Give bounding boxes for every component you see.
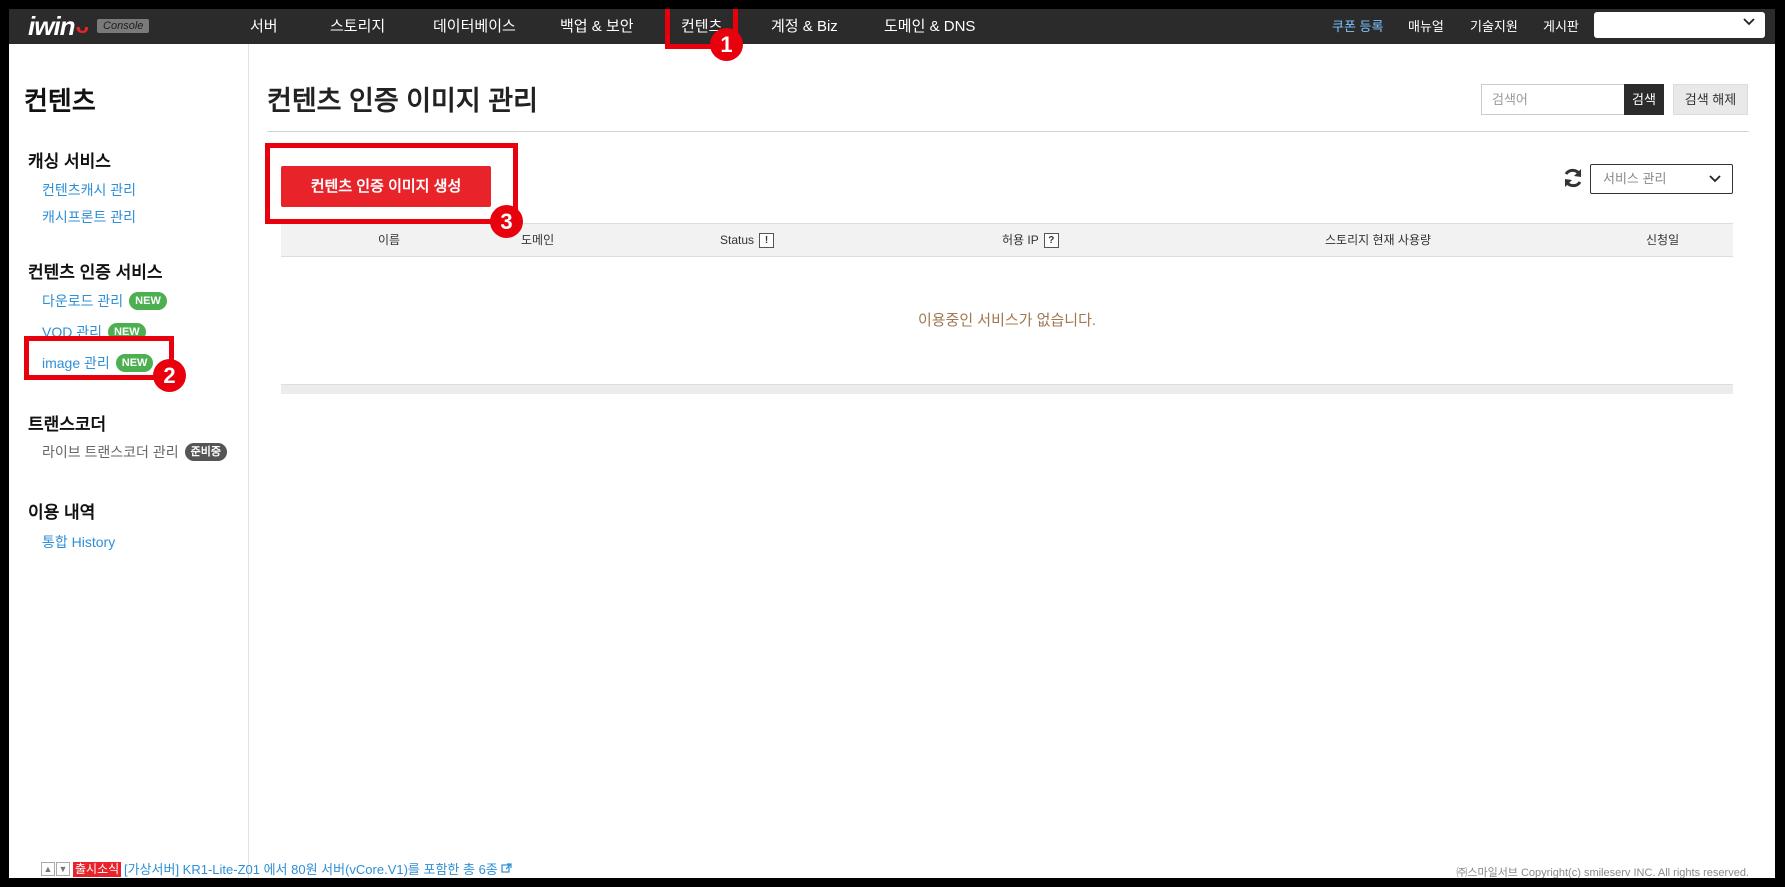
- coming-soon-badge: 준비중: [184, 443, 227, 461]
- new-badge: NEW: [129, 292, 167, 310]
- news-text: [가상서버] KR1-Lite-Z01 에서 80원 서버(vCore.V1)를…: [124, 862, 498, 877]
- refresh-icon[interactable]: [1562, 167, 1584, 189]
- sidebar-title: 컨텐츠: [24, 86, 96, 116]
- column-header-domain[interactable]: 도메인: [521, 224, 554, 256]
- sidebar-item-cache-front[interactable]: 캐시프론트 관리: [42, 207, 136, 227]
- sidebar-item-label: 컨텐츠캐시 관리: [42, 182, 137, 198]
- nav-item-storage[interactable]: 스토리지: [330, 9, 385, 44]
- chevron-down-icon[interactable]: ▼: [56, 862, 70, 876]
- service-manage-select[interactable]: 서비스 관리: [1590, 164, 1733, 194]
- copyright: ㈜스마일서브 Copyright(c) smileserv INC. All r…: [1456, 867, 1749, 878]
- column-header-apply-date[interactable]: 신청일: [1646, 224, 1679, 256]
- info-icon[interactable]: !: [759, 232, 775, 248]
- help-icon[interactable]: ?: [1043, 232, 1059, 248]
- sidebar-group-usage: 이용 내역: [28, 503, 96, 522]
- search-input[interactable]: 검색어: [1481, 84, 1624, 115]
- sidebar-item-content-cache[interactable]: 컨텐츠캐시 관리: [42, 180, 136, 200]
- column-label: 스토리지 현재 사용량: [1325, 233, 1432, 247]
- sidebar-item-live-transcoder[interactable]: 라이브 트랜스코더 관리 준비중: [42, 442, 227, 462]
- external-link-icon: [501, 863, 512, 873]
- news-link[interactable]: [가상서버] KR1-Lite-Z01 에서 80원 서버(vCore.V1)를…: [124, 862, 512, 877]
- nav-item-backup-security[interactable]: 백업 & 보안: [560, 9, 634, 44]
- sidebar-item-label: 다운로드 관리: [42, 293, 124, 309]
- news-tag: 출시소식: [73, 862, 122, 877]
- console-badge: Console: [97, 19, 150, 33]
- sidebar-item-label: 캐시프론트 관리: [42, 209, 137, 225]
- nav-item-account-biz[interactable]: 계정 & Biz: [771, 9, 838, 44]
- table-footer: [281, 384, 1733, 394]
- column-label: 허용 IP: [1002, 233, 1039, 247]
- nav-item-domain-dns[interactable]: 도메인 & DNS: [884, 9, 975, 44]
- column-header-status[interactable]: Status !: [720, 224, 775, 256]
- search-button[interactable]: 검색: [1624, 84, 1664, 115]
- board-link[interactable]: 게시판: [1543, 9, 1579, 44]
- app-window: iwin ᴗ Console 서버 스토리지 데이터베이스 백업 & 보안 컨텐…: [9, 9, 1775, 878]
- sidebar-group-transcoder: 트랜스코더: [28, 415, 107, 434]
- top-navbar: iwin ᴗ Console 서버 스토리지 데이터베이스 백업 & 보안 컨텐…: [9, 9, 1775, 44]
- manual-link[interactable]: 매뉴얼: [1408, 9, 1444, 44]
- annotation-box-3: [265, 143, 518, 224]
- tech-support-link[interactable]: 기술지원: [1470, 9, 1518, 44]
- column-label: 신청일: [1646, 233, 1680, 247]
- footer: ▲ ▼ 출시소식 [가상서버] KR1-Lite-Z01 에서 80원 서버(v…: [9, 862, 1775, 878]
- coupon-register-link[interactable]: 쿠폰 등록: [1332, 9, 1383, 44]
- annotation-box-2: [24, 336, 174, 380]
- chevron-down-icon: [1709, 175, 1721, 183]
- chevron-up-icon[interactable]: ▲: [41, 862, 55, 876]
- account-select[interactable]: [1594, 12, 1765, 38]
- sidebar-group-caching: 캐싱 서비스: [28, 152, 111, 171]
- sidebar-item-label: 라이브 트랜스코더 관리: [42, 444, 179, 460]
- column-header-allowed-ip[interactable]: 허용 IP ?: [1002, 224, 1059, 256]
- sidebar-item-download[interactable]: 다운로드 관리 NEW: [42, 291, 167, 311]
- column-header-storage-usage[interactable]: 스토리지 현재 사용량: [1325, 224, 1431, 256]
- sidebar-item-history[interactable]: 통합 History: [42, 532, 115, 552]
- nav-item-database[interactable]: 데이터베이스: [433, 9, 516, 44]
- logo-text: iwin: [28, 10, 76, 41]
- news-pager: ▲ ▼: [41, 862, 70, 876]
- annotation-number-1: 1: [710, 28, 743, 61]
- annotation-number-3: 3: [490, 205, 523, 238]
- column-label: 이름: [378, 233, 401, 247]
- search-reset-button[interactable]: 검색 해제: [1673, 84, 1748, 115]
- column-label: Status: [720, 233, 755, 247]
- sidebar-group-content-auth: 컨텐츠 인증 서비스: [28, 263, 163, 282]
- logo[interactable]: iwin ᴗ Console: [28, 10, 150, 41]
- page-title: 컨텐츠 인증 이미지 관리: [267, 86, 538, 116]
- service-manage-select-value: 서비스 관리: [1603, 171, 1667, 186]
- column-label: 도메인: [521, 233, 555, 247]
- smile-logo-icon: ᴗ: [75, 13, 90, 38]
- column-header-name[interactable]: 이름: [378, 224, 400, 256]
- annotation-number-2: 2: [153, 359, 186, 392]
- chevron-down-icon: [1743, 18, 1755, 26]
- nav-item-server[interactable]: 서버: [250, 9, 278, 44]
- divider: [267, 131, 1749, 132]
- sidebar: 컨텐츠 캐싱 서비스 컨텐츠캐시 관리 캐시프론트 관리 컨텐츠 인증 서비스 …: [9, 44, 249, 878]
- sidebar-item-label: 통합 History: [42, 534, 116, 550]
- empty-table-message: 이용중인 서비스가 없습니다.: [917, 312, 1097, 329]
